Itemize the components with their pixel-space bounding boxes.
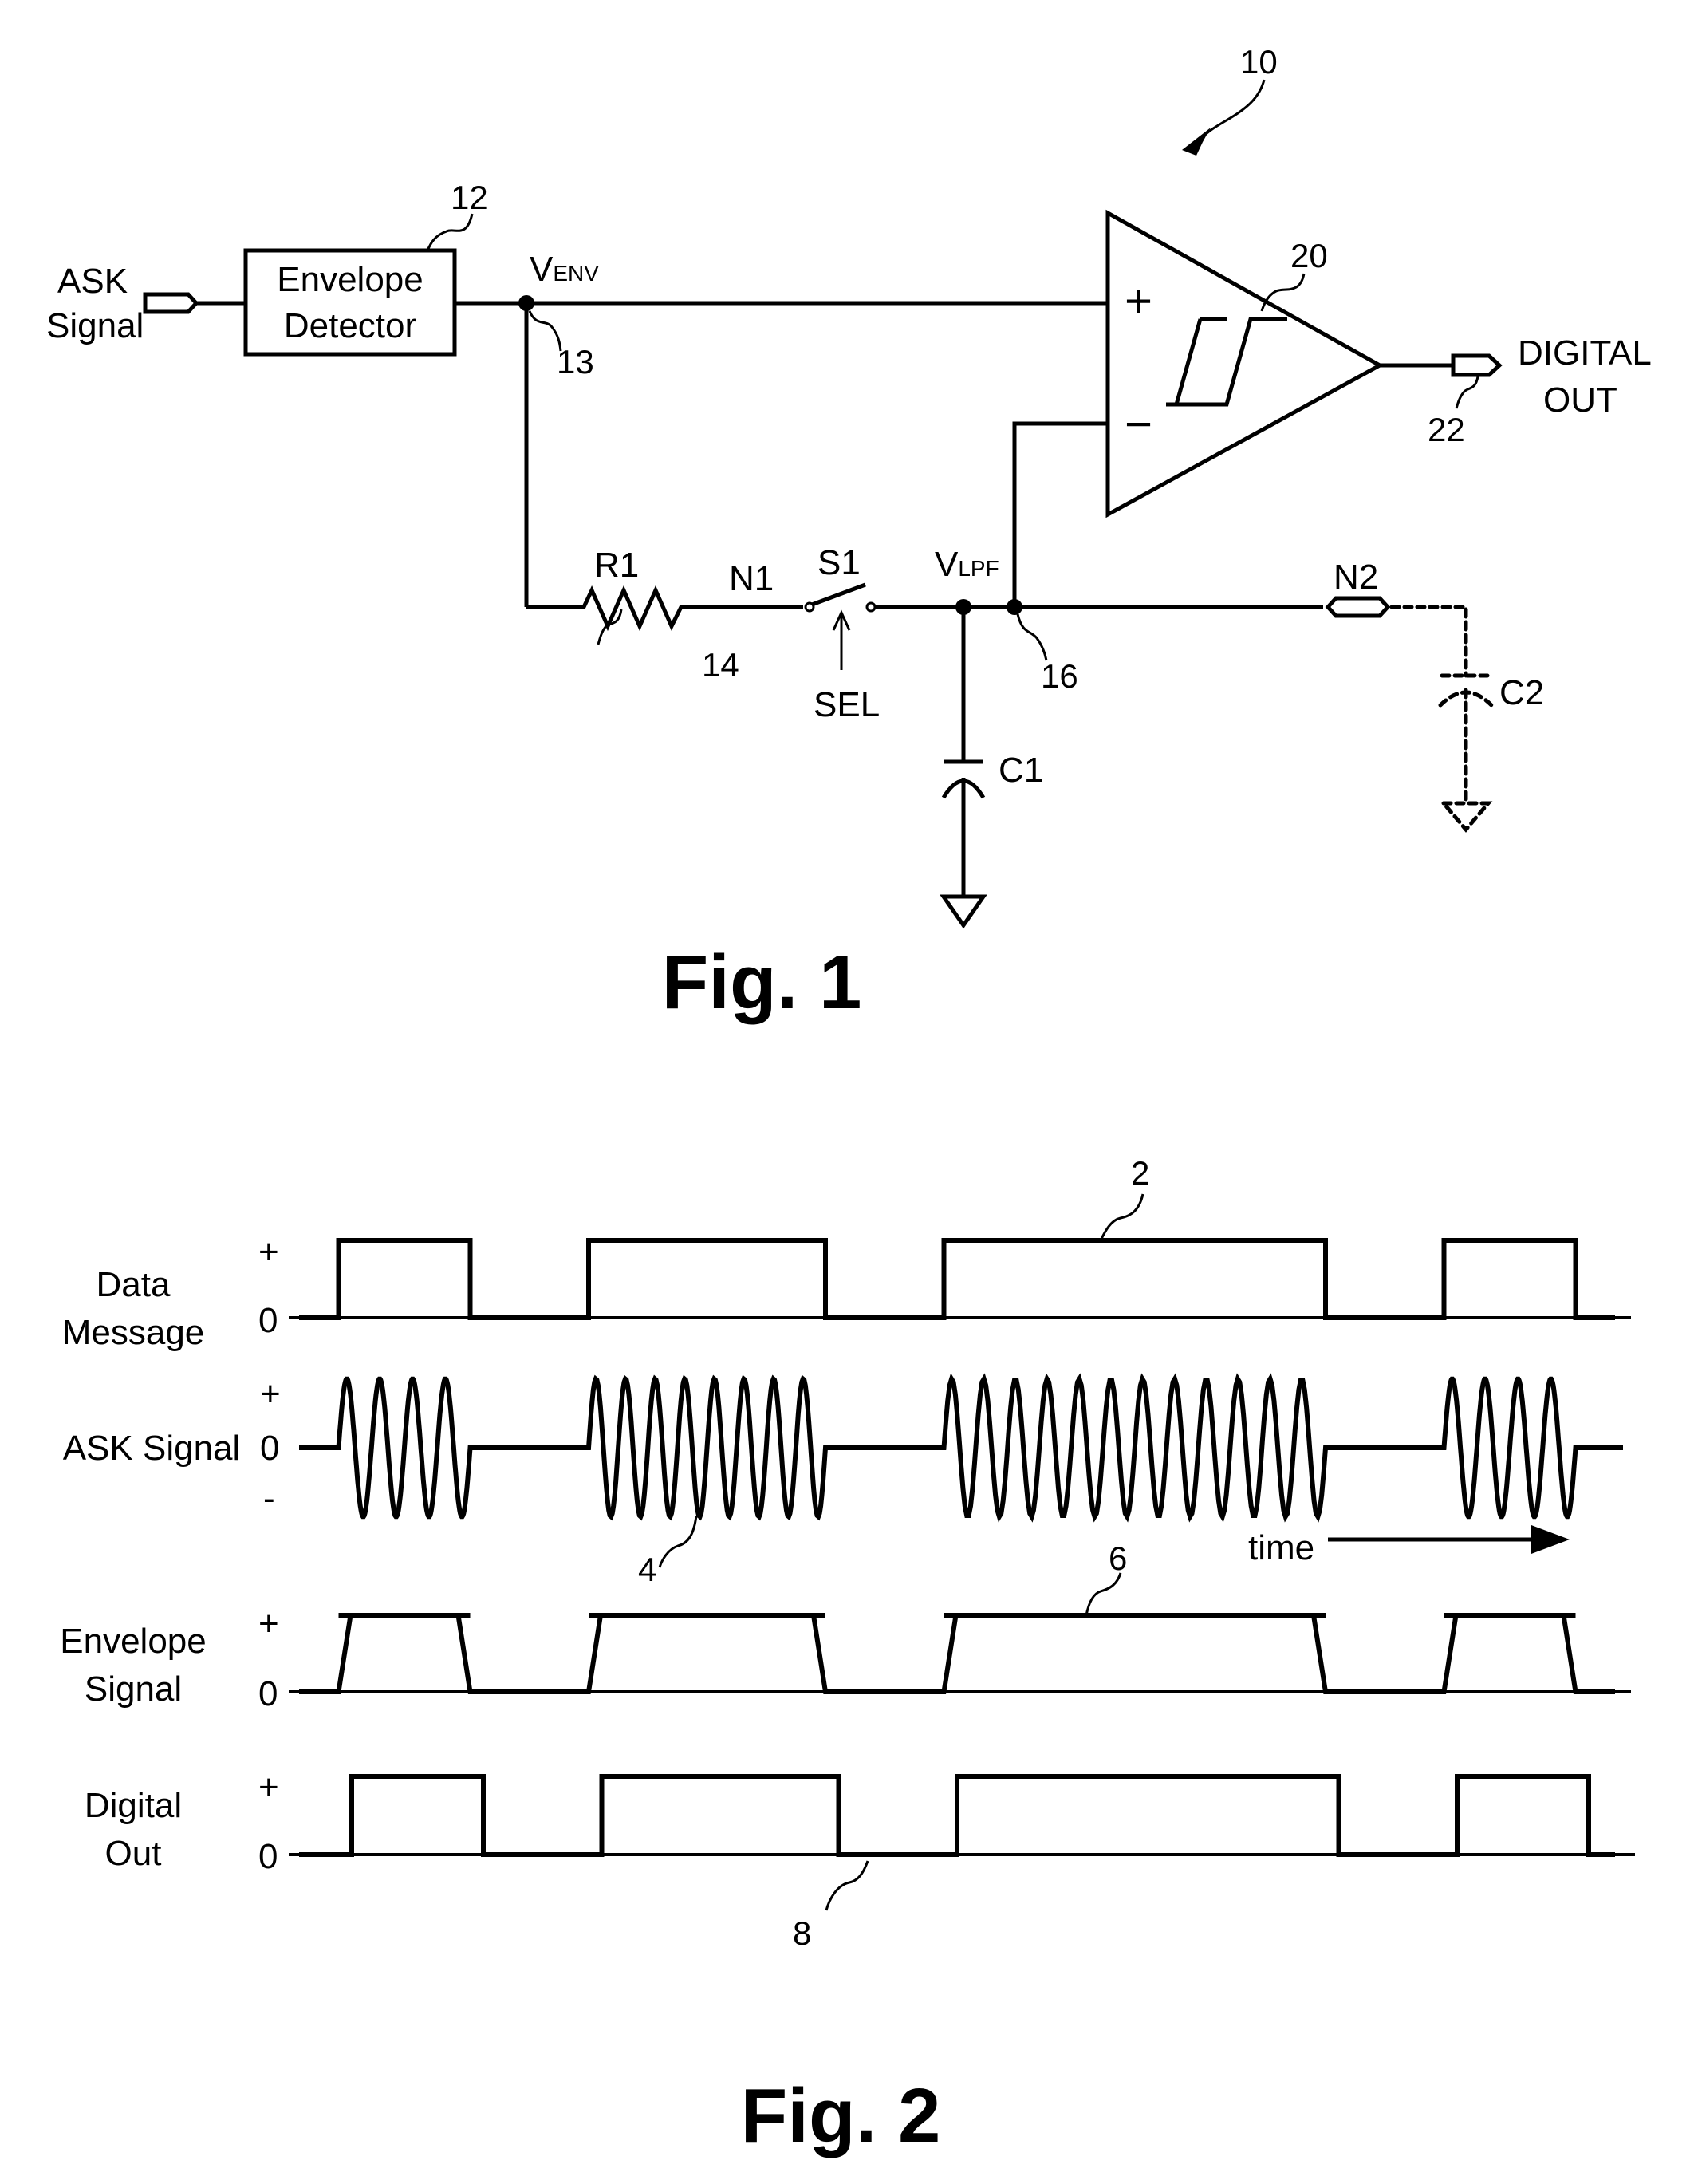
- time-label: time: [1248, 1528, 1314, 1567]
- envelope-detector-label-line2: Detector: [284, 306, 416, 345]
- ref-10-arrowhead-icon: [1182, 128, 1211, 156]
- resistor-label: R1: [594, 546, 639, 585]
- envelope-signal-trace: [299, 1613, 1615, 1694]
- ref-12-leader: [426, 213, 474, 251]
- tick-plus-data: +: [258, 1232, 279, 1271]
- ground-icon: [940, 894, 987, 929]
- row-label-data-line2: Message: [62, 1313, 205, 1352]
- switch-label: S1: [817, 543, 861, 582]
- tick-zero-digital: 0: [258, 1837, 278, 1876]
- ref-4: 4: [638, 1551, 656, 1588]
- ref-22: 22: [1428, 411, 1465, 448]
- ref-13: 13: [557, 343, 594, 380]
- ref-8-leader: [825, 1860, 869, 1911]
- tick-zero-data: 0: [258, 1301, 278, 1340]
- comparator-plus-symbol: +: [1125, 274, 1152, 328]
- ref-10: 10: [1240, 43, 1278, 81]
- time-arrowhead-icon: [1531, 1525, 1570, 1554]
- ref-4-leader: [658, 1515, 698, 1568]
- tick-plus-ask: +: [260, 1374, 281, 1413]
- row-label-ask: ASK Signal: [63, 1429, 241, 1468]
- comparator-minus-symbol: −: [1125, 397, 1152, 451]
- patent-drawing: 10 ASK Signal Envelope Detector 12 VENV …: [46, 43, 1652, 2158]
- node-n2-label: N2: [1334, 558, 1378, 597]
- digital-out-trace: [299, 1774, 1615, 1857]
- comparator-triangle: [1105, 209, 1385, 518]
- ref-12: 12: [451, 179, 488, 216]
- tick-zero-ask: 0: [260, 1429, 279, 1468]
- capacitor-c2-label: C2: [1499, 673, 1544, 712]
- tick-minus-ask: -: [263, 1479, 275, 1518]
- fig2-timing-diagram: Data Message ASK Signal Envelope Signal …: [60, 1154, 1635, 2158]
- ref-20: 20: [1290, 237, 1328, 274]
- node-vlpf-label: VLPF: [935, 545, 999, 584]
- ref-2-leader: [1099, 1193, 1144, 1241]
- ref-8: 8: [793, 1914, 811, 1952]
- fig1-schematic: 10 ASK Signal Envelope Detector 12 VENV …: [46, 43, 1652, 1025]
- ref-16: 16: [1041, 657, 1078, 695]
- tick-plus-digital: +: [258, 1768, 279, 1807]
- tick-zero-envelope: 0: [258, 1674, 278, 1713]
- row-label-digital-line1: Digital: [85, 1786, 182, 1825]
- switch-blade: [811, 582, 866, 607]
- ref-16-leader: [1016, 613, 1048, 661]
- hysteresis-icon: [1166, 317, 1287, 407]
- row-label-digital-line2: Out: [105, 1834, 162, 1873]
- envelope-detector-label-line1: Envelope: [277, 260, 423, 299]
- output-label-line2: OUT: [1543, 380, 1617, 420]
- ref-20-leader: [1260, 273, 1306, 312]
- output-label-line1: DIGITAL: [1518, 333, 1652, 373]
- ref-10-leader: [1203, 79, 1266, 137]
- fig2-caption: Fig. 2: [741, 2073, 941, 2158]
- row-label-envelope-line1: Envelope: [60, 1622, 206, 1661]
- switch-control-label: SEL: [814, 685, 880, 724]
- row-label-data-line1: Data: [97, 1265, 171, 1304]
- input-label-line2: Signal: [46, 306, 144, 345]
- node-venv-label: VENV: [530, 250, 599, 289]
- wire-c2-dashed: [1389, 605, 1468, 678]
- node-n2-port-icon: [1325, 596, 1391, 618]
- ref-6: 6: [1109, 1539, 1127, 1577]
- capacitor-c1-label: C1: [999, 751, 1043, 790]
- tick-plus-envelope: +: [258, 1604, 279, 1643]
- ref-6-leader: [1085, 1572, 1122, 1616]
- node-16-dot: [1007, 599, 1022, 615]
- input-port-icon: [143, 292, 199, 314]
- ask-signal-trace: [299, 1373, 1623, 1523]
- switch-contact-right: [865, 601, 877, 613]
- output-port-icon: [1451, 353, 1503, 377]
- fig1-caption: Fig. 1: [662, 940, 862, 1025]
- input-label-line1: ASK: [57, 262, 128, 301]
- row-label-envelope-line2: Signal: [85, 1670, 182, 1709]
- ref-22-leader: [1455, 376, 1479, 409]
- wire-minus-input: [1012, 421, 1108, 607]
- ground-c2-icon: [1439, 801, 1493, 833]
- ref-14: 14: [702, 646, 739, 684]
- node-n1-label: N1: [729, 559, 774, 598]
- data-message-trace: [299, 1238, 1615, 1320]
- ref-2: 2: [1131, 1154, 1149, 1192]
